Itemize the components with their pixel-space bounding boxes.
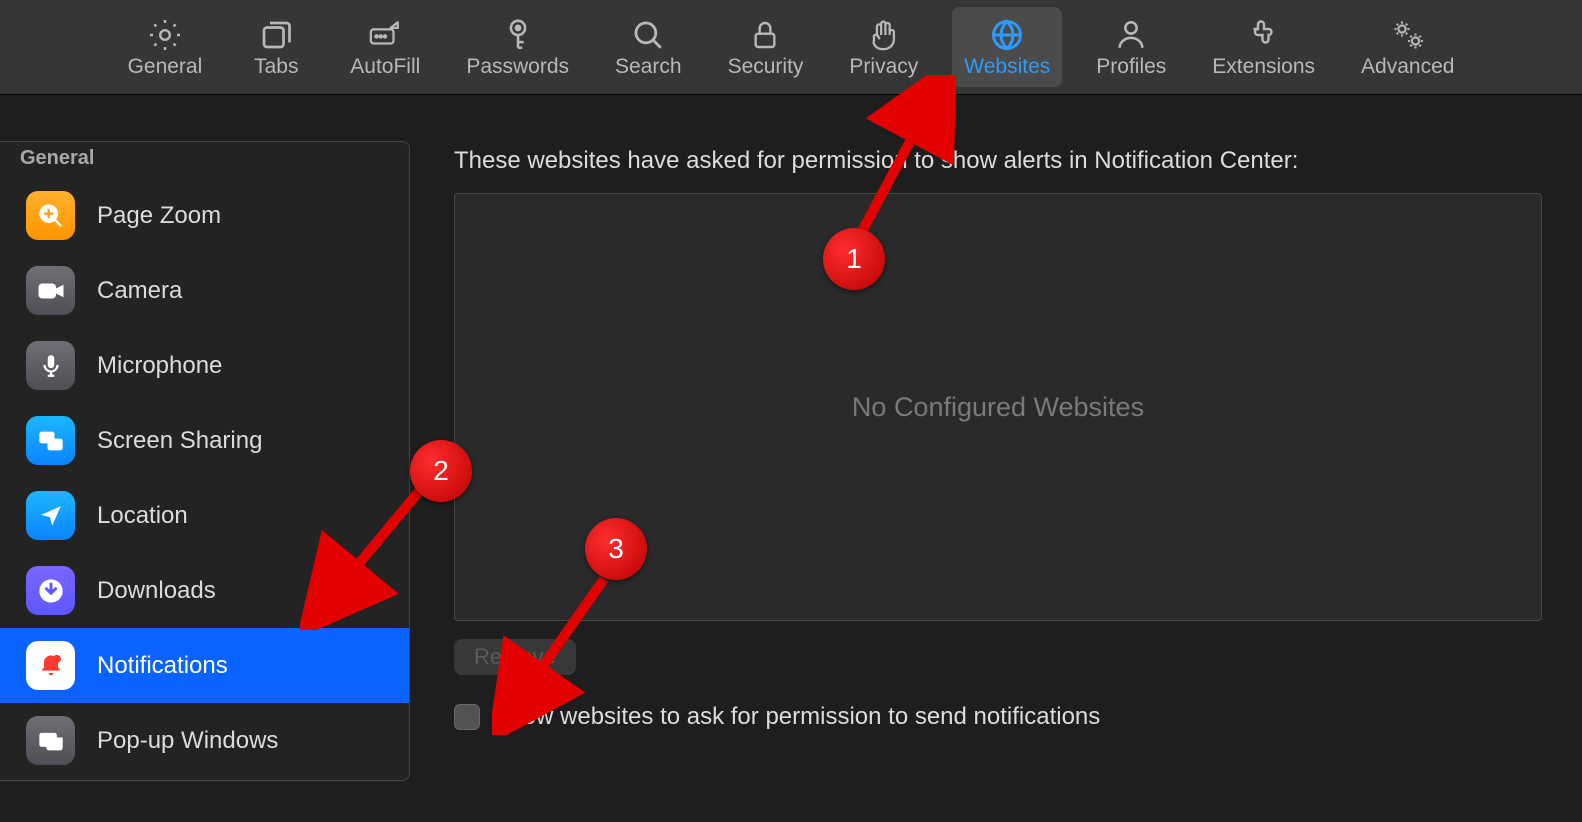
- tabs-icon: [258, 15, 294, 55]
- search-icon: [631, 15, 665, 55]
- bell-icon: [26, 641, 75, 690]
- sidebar-item-label: Page Zoom: [97, 202, 221, 230]
- toolbar-label: Search: [615, 55, 682, 79]
- popup-icon: [26, 716, 75, 765]
- toolbar-item-profiles[interactable]: Profiles: [1084, 7, 1178, 87]
- sidebar-item-camera[interactable]: Camera: [0, 253, 409, 328]
- sidebar-item-label: Screen Sharing: [97, 427, 262, 455]
- toolbar-item-websites[interactable]: Websites: [952, 7, 1062, 87]
- main-area: General Page Zoom Camera Microphone: [0, 95, 1582, 822]
- person-icon: [1114, 15, 1148, 55]
- toolbar-item-security[interactable]: Security: [716, 7, 816, 87]
- toolbar-item-general[interactable]: General: [116, 7, 215, 87]
- sidebar-item-notifications[interactable]: Notifications: [0, 628, 409, 703]
- camera-icon: [26, 266, 75, 315]
- annotation-arrow-3: [492, 565, 632, 735]
- empty-state-text: No Configured Websites: [852, 392, 1144, 423]
- toolbar-label: General: [128, 55, 203, 79]
- sidebar-item-label: Pop-up Windows: [97, 727, 278, 755]
- content-heading: These websites have asked for permission…: [454, 147, 1542, 175]
- sidebar-item-label: Camera: [97, 277, 182, 305]
- microphone-icon: [26, 341, 75, 390]
- puzzle-icon: [1246, 15, 1282, 55]
- sidebar-item-page-zoom[interactable]: Page Zoom: [0, 178, 409, 253]
- sidebar-item-popup-windows[interactable]: Pop-up Windows: [0, 703, 409, 778]
- toolbar: General Tabs AutoFill Passwords Search S…: [0, 0, 1582, 95]
- toolbar-item-passwords[interactable]: Passwords: [454, 7, 581, 87]
- toolbar-item-advanced[interactable]: Advanced: [1349, 7, 1466, 87]
- toolbar-label: Advanced: [1361, 55, 1454, 79]
- toolbar-label: Passwords: [466, 55, 569, 79]
- sidebar-item-label: Downloads: [97, 577, 216, 605]
- toolbar-item-tabs[interactable]: Tabs: [236, 7, 316, 87]
- sidebar-item-label: Location: [97, 502, 188, 530]
- autofill-icon: [366, 15, 404, 55]
- screen-sharing-icon: [26, 416, 75, 465]
- annotation-arrow-1: [850, 75, 960, 245]
- toolbar-label: Tabs: [254, 55, 298, 79]
- download-icon: [26, 566, 75, 615]
- gears-icon: [1388, 15, 1428, 55]
- sidebar-item-microphone[interactable]: Microphone: [0, 328, 409, 403]
- allow-notifications-checkbox[interactable]: [454, 704, 480, 730]
- toolbar-label: Extensions: [1212, 55, 1315, 79]
- sidebar-section-label: General: [20, 147, 94, 170]
- gear-icon: [147, 15, 183, 55]
- sidebar-item-label: Notifications: [97, 652, 228, 680]
- annotation-badge-1: 1: [823, 228, 885, 290]
- zoom-icon: [26, 191, 75, 240]
- toolbar-label: Profiles: [1096, 55, 1166, 79]
- toolbar-label: Security: [728, 55, 804, 79]
- globe-icon: [989, 15, 1025, 55]
- toolbar-item-search[interactable]: Search: [603, 7, 694, 87]
- toolbar-item-autofill[interactable]: AutoFill: [338, 7, 432, 87]
- annotation-badge-3: 3: [585, 518, 647, 580]
- location-icon: [26, 491, 75, 540]
- toolbar-label: AutoFill: [350, 55, 420, 79]
- lock-icon: [749, 15, 781, 55]
- toolbar-label: Websites: [964, 55, 1050, 79]
- hand-icon: [867, 15, 901, 55]
- annotation-badge-2: 2: [410, 440, 472, 502]
- key-icon: [501, 15, 535, 55]
- sidebar-item-label: Microphone: [97, 352, 222, 380]
- toolbar-item-extensions[interactable]: Extensions: [1200, 7, 1327, 87]
